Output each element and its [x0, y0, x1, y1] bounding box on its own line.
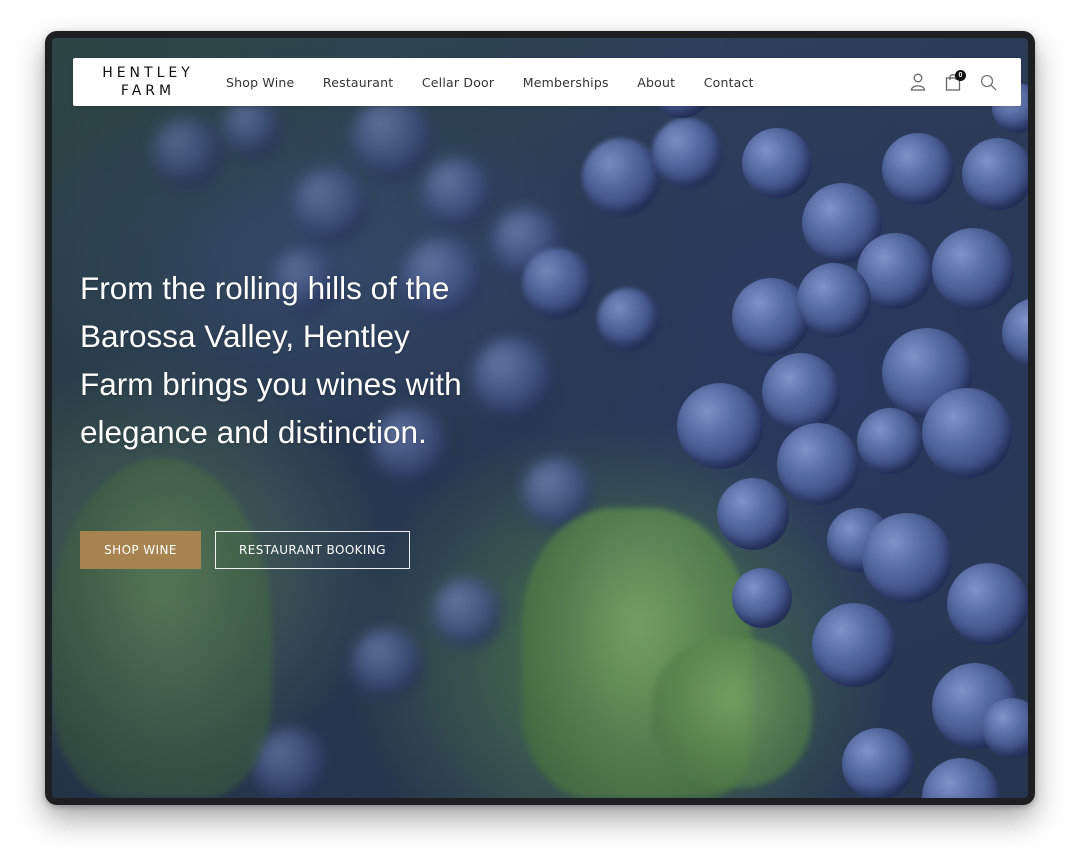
brand-logo-line2: FARM [120, 83, 176, 99]
user-icon[interactable] [907, 71, 929, 93]
shopping-bag-icon[interactable]: 0 [942, 70, 966, 93]
nav-item-shop-wine[interactable]: Shop Wine [226, 75, 294, 90]
nav-icons: 0 [894, 58, 999, 106]
nav-item-about[interactable]: About [637, 75, 675, 90]
hero-headline: From the rolling hills of the Barossa Va… [80, 270, 462, 450]
main-menu: Shop Wine Restaurant Cellar Door Members… [226, 58, 782, 106]
search-icon[interactable] [977, 71, 999, 93]
nav-item-memberships[interactable]: Memberships [523, 75, 609, 90]
cart-count-badge: 0 [955, 70, 966, 81]
restaurant-booking-button[interactable]: RESTAURANT BOOKING [215, 531, 410, 569]
top-nav: HENTLEY FARM Shop Wine Restaurant Cellar… [73, 58, 1021, 106]
brand-logo[interactable]: HENTLEY FARM [93, 64, 203, 100]
browser-window: HENTLEY FARM Shop Wine Restaurant Cellar… [45, 31, 1035, 805]
nav-item-cellar-door[interactable]: Cellar Door [422, 75, 494, 90]
nav-item-contact[interactable]: Contact [704, 75, 754, 90]
shop-wine-button[interactable]: SHOP WINE [80, 531, 201, 569]
hero-section: HENTLEY FARM Shop Wine Restaurant Cellar… [52, 38, 1028, 798]
nav-item-restaurant[interactable]: Restaurant [323, 75, 393, 90]
brand-logo-line1: HENTLEY [102, 65, 194, 81]
